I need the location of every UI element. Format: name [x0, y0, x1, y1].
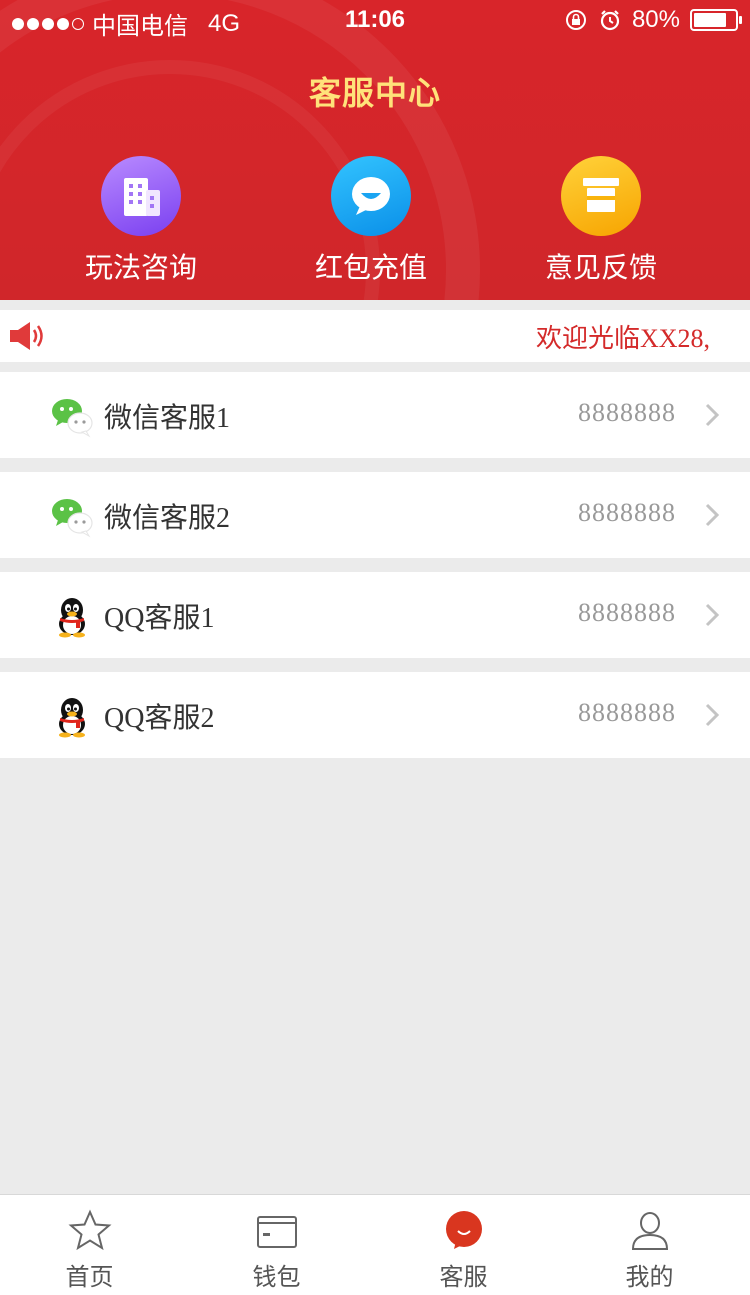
rotation-lock-icon [565, 10, 586, 30]
contact-value: 8888888 [578, 498, 676, 527]
quick-action-feedback[interactable]: 意见反馈 [501, 156, 701, 286]
box-icon [561, 156, 641, 236]
contact-value: 8888888 [578, 598, 676, 627]
tab-service[interactable]: 客服 [370, 1195, 557, 1295]
tab-home[interactable]: 首页 [0, 1195, 183, 1295]
contact-row-wechat-1[interactable]: 微信客服1 8888888 [0, 372, 750, 458]
quick-action-red-packet-recharge[interactable]: 红包充值 [271, 156, 471, 286]
qq-penguin-icon [59, 698, 85, 738]
contact-row-qq-2[interactable]: QQ客服2 8888888 [0, 672, 750, 758]
tab-label: 客服 [439, 1263, 488, 1291]
battery-icon [690, 9, 742, 31]
contact-name: QQ客服2 [104, 703, 215, 734]
contact-value: 8888888 [578, 698, 676, 727]
notice-text: 欢迎光临XX28, [535, 324, 710, 353]
building-icon [101, 156, 181, 236]
alarm-icon [600, 10, 620, 31]
wechat-icon [52, 399, 93, 438]
wallet-icon [256, 1216, 297, 1248]
contact-row-wechat-2[interactable]: 微信客服2 8888888 [0, 472, 750, 558]
tab-label: 我的 [625, 1263, 674, 1291]
header: 中国电信 4G 11:06 80% 客服中心 玩法咨询 红包充值 意见反馈 [0, 0, 750, 300]
contact-row-qq-1[interactable]: QQ客服1 8888888 [0, 572, 750, 658]
tab-bar: 首页 钱包 客服 我的 [0, 1194, 750, 1295]
tab-profile[interactable]: 我的 [556, 1195, 743, 1295]
status-bar: 中国电信 4G 11:06 80% [0, 0, 750, 40]
wechat-icon [52, 499, 93, 538]
qq-penguin-icon [59, 598, 85, 638]
chevron-right-icon [705, 703, 720, 727]
quick-action-label: 意见反馈 [544, 251, 657, 284]
tab-label: 首页 [65, 1263, 114, 1291]
contact-value: 8888888 [578, 398, 676, 427]
chevron-right-icon [705, 403, 720, 427]
tab-label: 钱包 [252, 1263, 301, 1291]
contact-name: 微信客服1 [104, 403, 231, 434]
quick-action-label: 红包充值 [314, 251, 427, 284]
battery-percent: 80% [631, 6, 680, 33]
speaker-icon [10, 322, 43, 350]
quick-action-label: 玩法咨询 [84, 251, 197, 284]
notice-bar: 欢迎光临XX28, [0, 310, 750, 362]
user-icon [631, 1212, 668, 1250]
chevron-right-icon [705, 603, 720, 627]
service-icon [445, 1211, 482, 1249]
contact-name: 微信客服2 [104, 503, 231, 534]
status-right: 80% [564, 6, 742, 34]
page-title: 客服中心 [308, 74, 441, 112]
quick-action-gameplay-consult[interactable]: 玩法咨询 [41, 156, 241, 286]
chevron-right-icon [705, 503, 720, 527]
contact-name: QQ客服1 [104, 603, 215, 634]
chat-bubble-icon [331, 156, 411, 236]
tab-wallet[interactable]: 钱包 [183, 1195, 370, 1295]
star-icon [68, 1209, 111, 1251]
